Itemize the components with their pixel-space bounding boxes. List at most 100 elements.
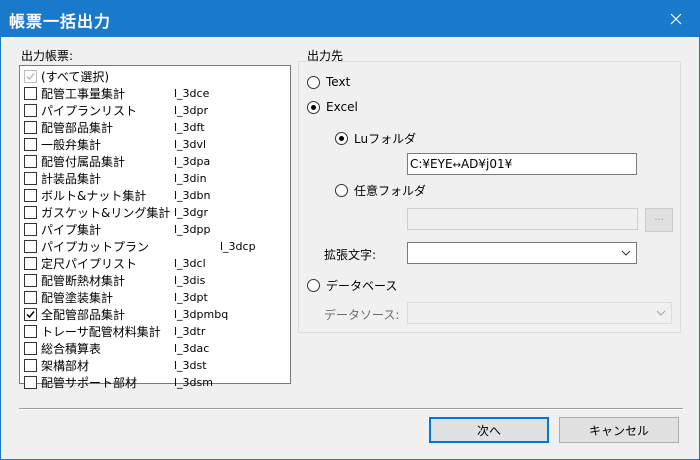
report-item-code: l_3dst [174, 359, 207, 372]
select-all-label: (すべて選択) [41, 70, 110, 84]
datasource-label: データソース: [324, 308, 400, 322]
report-item-row[interactable]: 配管サポート部材 l_3dsm [22, 374, 288, 391]
checkmark-icon [26, 311, 35, 319]
report-item-label: 配管塗装集計 [41, 291, 114, 305]
radio-excel[interactable]: Excel [307, 100, 358, 114]
custom-folder-path-field[interactable] [407, 208, 638, 230]
report-item-checkbox[interactable] [24, 376, 37, 389]
lu-folder-path-start: C:¥EYE [410, 157, 453, 171]
report-item-code: l_3dbn [174, 189, 211, 202]
report-item-row[interactable]: パイプ集計 l_3dpp [22, 221, 288, 238]
radio-custom-folder[interactable]: 任意フォルダ [335, 182, 426, 199]
report-item-row[interactable]: 架構部材 l_3dst [22, 357, 288, 374]
report-item-checkbox[interactable] [24, 342, 37, 355]
chevron-down-icon [621, 250, 631, 256]
next-button[interactable]: 次へ [429, 417, 549, 443]
radio-custom-folder-button[interactable] [335, 184, 348, 197]
radio-text-label: Text [326, 75, 351, 89]
radio-database-label: データベース [326, 279, 398, 293]
title-bar[interactable]: 帳票一括出力 [1, 1, 699, 37]
report-item-label: 総合積算表 [41, 342, 102, 356]
report-item-code: l_3dft [174, 121, 205, 134]
report-item-label: パイプカットプラン [41, 240, 150, 254]
report-item-checkbox[interactable] [24, 325, 37, 338]
report-item-checkbox[interactable] [24, 359, 37, 372]
report-item-code: l_3dpr [174, 104, 209, 117]
report-item-checkbox[interactable] [24, 87, 37, 100]
report-item-checkbox[interactable] [24, 104, 37, 117]
report-item-label: 配管工事量集計 [41, 87, 126, 101]
report-item-checkbox[interactable] [24, 223, 37, 236]
report-item-row[interactable]: 全配管部品集計 l_3dpmbq [22, 306, 288, 323]
close-icon [670, 13, 682, 25]
radio-excel-button[interactable] [307, 100, 320, 114]
report-item-row[interactable]: 総合積算表 l_3dac [22, 340, 288, 357]
extension-label: 拡張文字: [324, 248, 377, 262]
report-list-label: 出力帳票: [21, 49, 74, 63]
report-item-code: l_3dgr [174, 206, 209, 219]
report-item-label: ボルト&ナット集計 [41, 189, 147, 203]
report-item-row[interactable]: 配管塗装集計 l_3dpt [22, 289, 288, 306]
report-item-code: l_3dpp [174, 223, 211, 236]
report-item-row[interactable]: パイプカットプラン l_3dcp [22, 238, 288, 255]
lu-folder-path-field[interactable]: C:¥EYE↔AD¥j01¥ [407, 153, 637, 175]
cancel-button[interactable]: キャンセル [559, 417, 679, 443]
report-item-row[interactable]: パイプランリスト l_3dpr [22, 102, 288, 119]
lu-folder-path-end: AD¥j01¥ [460, 157, 513, 171]
report-item-checkbox[interactable] [24, 155, 37, 168]
report-item-row[interactable]: 定尺パイプリスト l_3dcl [22, 255, 288, 272]
report-item-label: ガスケット&リング集計 [41, 206, 171, 220]
report-item-checkbox[interactable] [24, 189, 37, 202]
report-item-code: l_3dpt [174, 291, 208, 304]
report-item-checkbox[interactable] [24, 240, 37, 253]
report-item-row[interactable]: 一般弁集計 l_3dvl [22, 136, 288, 153]
report-item-row[interactable]: 配管部品集計 l_3dft [22, 119, 288, 136]
cursor-icon: ↔ [452, 160, 461, 171]
radio-lu-folder-button[interactable] [335, 132, 348, 145]
radio-custom-folder-label: 任意フォルダ [354, 184, 427, 198]
report-item-row[interactable]: ガスケット&リング集計 l_3dgr [22, 204, 288, 221]
datasource-combo[interactable] [407, 302, 672, 324]
radio-text[interactable]: Text [307, 75, 350, 89]
report-item-checkbox[interactable] [24, 308, 37, 321]
report-item-label: 全配管部品集計 [41, 308, 126, 322]
report-item-code: l_3dcl [174, 257, 206, 270]
report-item-code: l_3dce [174, 87, 210, 100]
report-item-checkbox[interactable] [24, 257, 37, 270]
report-item-label: 配管断熱材集計 [41, 274, 126, 288]
report-item-row[interactable]: 配管工事量集計 l_3dce [22, 85, 288, 102]
report-item-checkbox[interactable] [24, 138, 37, 151]
report-item-checkbox[interactable] [24, 206, 37, 219]
report-item-checkbox[interactable] [24, 121, 37, 134]
report-item-code: l_3dis [174, 274, 206, 287]
radio-text-button[interactable] [307, 75, 320, 89]
dialog-window: 帳票一括出力 出力帳票: (すべて選択) 配管工事量集計 l_3dce パイプランリ… [0, 0, 700, 460]
report-item-label: 計装品集計 [41, 172, 102, 186]
report-item-code: l_3dsm [174, 376, 213, 389]
chevron-down-icon [656, 310, 666, 316]
report-item-checkbox[interactable] [24, 172, 37, 185]
window-title: 帳票一括出力 [9, 12, 112, 31]
report-item-label: 配管部品集計 [41, 121, 114, 135]
select-all-row[interactable]: (すべて選択) [22, 68, 288, 85]
report-item-row[interactable]: ボルト&ナット集計 l_3dbn [22, 187, 288, 204]
report-item-row[interactable]: トレーサ配管材料集計 l_3dtr [22, 323, 288, 340]
radio-lu-folder[interactable]: Luフォルダ [335, 130, 416, 147]
report-item-label: 架構部材 [41, 359, 90, 373]
extension-combo[interactable] [407, 242, 637, 264]
report-item-row[interactable]: 配管付属品集計 l_3dpa [22, 153, 288, 170]
report-item-row[interactable]: 計装品集計 l_3din [22, 170, 288, 187]
report-item-checkbox[interactable] [24, 274, 37, 287]
report-checklist[interactable]: (すべて選択) 配管工事量集計 l_3dce パイプランリスト l_3dpr 配管部品集… [19, 65, 291, 390]
report-item-label: パイプランリスト [41, 104, 138, 118]
report-item-label: パイプ集計 [41, 223, 102, 237]
select-all-checkbox[interactable] [24, 70, 37, 83]
report-item-checkbox[interactable] [24, 291, 37, 304]
report-item-label: 配管付属品集計 [41, 155, 126, 169]
report-item-code: l_3dtr [174, 325, 206, 338]
radio-database-button[interactable] [307, 279, 320, 292]
radio-database[interactable]: データベース [307, 277, 397, 294]
report-item-row[interactable]: 配管断熱材集計 l_3dis [22, 272, 288, 289]
browse-folder-button[interactable]: ... [645, 208, 673, 232]
close-button[interactable] [653, 1, 699, 37]
